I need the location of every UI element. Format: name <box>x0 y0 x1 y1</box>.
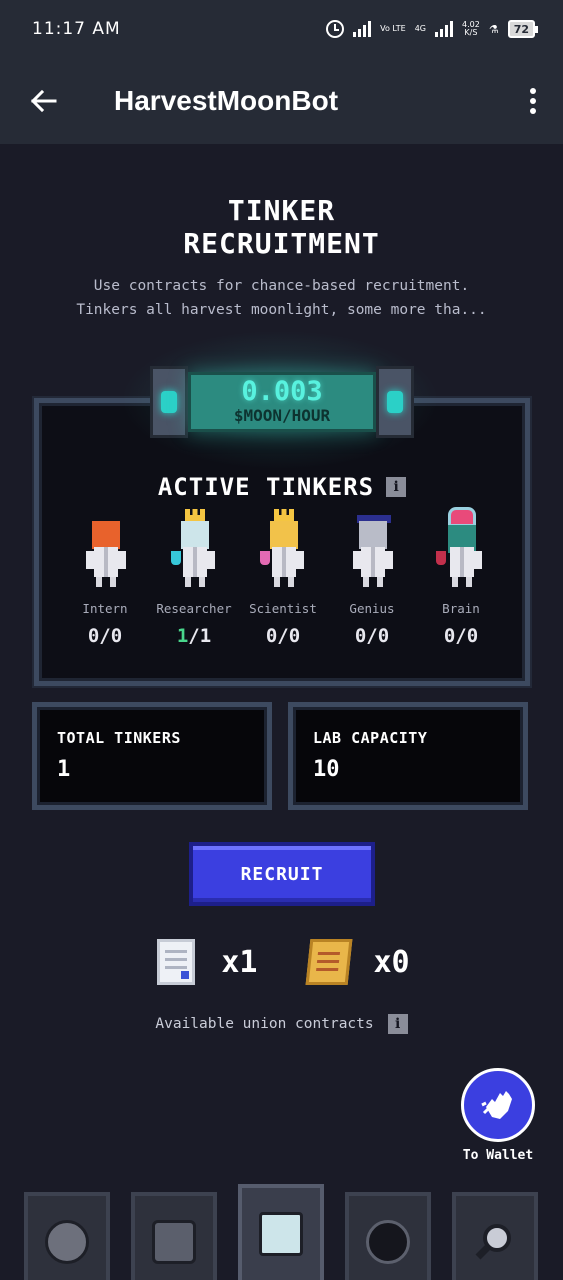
portal-icon <box>366 1220 410 1264</box>
union-contract-qty: x0 <box>373 944 410 980</box>
recruit-button[interactable]: RECRUIT <box>189 842 375 906</box>
page-title-line1: TINKER <box>227 194 336 227</box>
nav-tab-tinkers[interactable] <box>238 1184 324 1280</box>
tinker-count-total: 1 <box>199 625 212 647</box>
info-icon[interactable]: i <box>386 477 407 497</box>
network-type: 4G <box>414 24 426 33</box>
genius-sprite-icon <box>347 507 397 589</box>
page-subtitle: Use contracts for chance-based recruitme… <box>30 274 533 322</box>
tinker-count: 0/0 <box>265 625 301 647</box>
tinker-count-owned: 0 <box>443 625 456 647</box>
moon-icon <box>45 1220 89 1264</box>
tinker-count-owned: 0 <box>265 625 278 647</box>
signal-icon-2 <box>435 21 453 37</box>
brain-sprite-icon <box>436 507 486 589</box>
page-title-line2: RECRUITMENT <box>183 227 380 260</box>
standard-contract-qty: x1 <box>221 944 258 980</box>
network-speed: 4.02 K/S <box>462 21 480 37</box>
status-bar: 11:17 AM Vo LTE 4G 4.02 K/S ⚗ 72 <box>0 0 563 58</box>
rate-plate-right-cap <box>376 366 414 438</box>
tinker-level-label: Scientist <box>249 601 317 616</box>
nav-tab-portal[interactable] <box>345 1192 431 1280</box>
to-wallet-label: To Wallet <box>462 1148 534 1163</box>
moon-rate-value: 0.003 <box>241 376 323 407</box>
tinker-count-total: 0 <box>377 625 390 647</box>
tinker-genius: Genius 0/0 <box>326 507 418 647</box>
tinker-count-total: 0 <box>110 625 123 647</box>
info-icon[interactable]: i <box>387 1014 408 1034</box>
app-title: HarvestMoonBot <box>114 85 339 116</box>
hand-wave-icon <box>481 1091 512 1119</box>
total-tinkers-box: TOTAL TINKERS 1 <box>32 702 272 810</box>
battery-level: 72 <box>513 22 529 36</box>
union-contracts-note: Available union contracts i <box>0 1014 563 1034</box>
flask-icon: ⚗ <box>488 22 499 36</box>
standard-contract: x1 <box>153 937 258 987</box>
tinker-count: 0/0 <box>354 625 390 647</box>
status-icons: Vo LTE 4G 4.02 K/S ⚗ 72 <box>326 20 539 38</box>
subtitle-line1: Use contracts for chance-based recruitme… <box>93 278 470 294</box>
rate-plate-left-cap <box>150 366 188 438</box>
tinker-scientist: Scientist 0/0 <box>237 507 329 647</box>
nav-tab-moon[interactable] <box>24 1192 110 1280</box>
tinker-count: 0/0 <box>87 625 123 647</box>
lab-capacity-box: LAB CAPACITY 10 <box>288 702 528 810</box>
researcher-sprite-icon <box>169 507 219 589</box>
capsule-icon <box>152 1220 196 1264</box>
union-contract-icon <box>305 937 352 987</box>
union-contracts-text: Available union contracts <box>155 1016 374 1032</box>
rate-plate-body: 0.003 $MOON/HOUR <box>188 372 376 432</box>
total-tinkers-value: 1 <box>57 757 71 782</box>
tinker-level-label: Brain <box>442 601 480 616</box>
tinker-levels: Intern 0/0 Researcher 1/1 Scientist 0/0 … <box>39 507 525 657</box>
signal-icon <box>353 21 372 37</box>
nav-tab-lab[interactable] <box>131 1192 217 1280</box>
back-button[interactable] <box>0 58 86 144</box>
union-contract: x0 <box>305 937 410 987</box>
subtitle-line2: Tinkers all harvest moonlight, some more… <box>76 302 487 318</box>
more-vertical-icon <box>530 88 536 114</box>
tinker-count-owned: 1 <box>176 625 189 647</box>
contracts-row: x1 x0 <box>0 932 563 992</box>
tinker-icon <box>259 1212 303 1256</box>
app-bar: HarvestMoonBot <box>0 58 563 144</box>
tinker-brain: Brain 0/0 <box>415 507 507 647</box>
tinker-level-label: Researcher <box>156 601 232 616</box>
active-tinkers-title: ACTIVE TINKERS <box>157 473 375 501</box>
intern-sprite-icon <box>80 507 130 589</box>
tinker-count-owned: 0 <box>87 625 100 647</box>
tinker-level-label: Intern <box>82 601 128 616</box>
standard-contract-icon <box>153 937 199 987</box>
tinker-intern: Intern 0/0 <box>59 507 151 647</box>
tinker-count-total: 0 <box>288 625 301 647</box>
tinker-count: 0/0 <box>443 625 479 647</box>
tinker-level-label: Genius <box>349 601 395 616</box>
battery-icon: 72 <box>507 20 539 38</box>
nav-tab-search[interactable] <box>452 1192 538 1280</box>
more-options-button[interactable] <box>503 58 563 144</box>
lab-capacity-value: 10 <box>313 757 340 782</box>
active-tinkers-heading: ACTIVE TINKERS i <box>39 473 525 501</box>
tinker-count: 1/1 <box>176 625 212 647</box>
scientist-sprite-icon <box>258 507 308 589</box>
network-speed-unit: K/S <box>464 28 478 37</box>
moon-rate-display: 0.003 $MOON/HOUR <box>150 366 414 438</box>
volte-indicator: Vo LTE <box>380 24 406 33</box>
magnifier-icon <box>475 1224 511 1260</box>
lab-capacity-label: LAB CAPACITY <box>313 729 428 747</box>
tinker-count-owned: 0 <box>354 625 367 647</box>
tinker-researcher: Researcher 1/1 <box>148 507 240 647</box>
page-title: TINKER RECRUITMENT <box>0 194 563 260</box>
bottom-nav <box>0 1184 563 1280</box>
alarm-icon <box>326 20 345 38</box>
moon-rate-unit: $MOON/HOUR <box>233 406 331 425</box>
to-wallet-button[interactable] <box>461 1068 535 1142</box>
tinker-count-total: 0 <box>466 625 479 647</box>
total-tinkers-label: TOTAL TINKERS <box>57 729 181 747</box>
status-time: 11:17 AM <box>32 19 121 39</box>
arrow-left-icon <box>30 89 57 113</box>
